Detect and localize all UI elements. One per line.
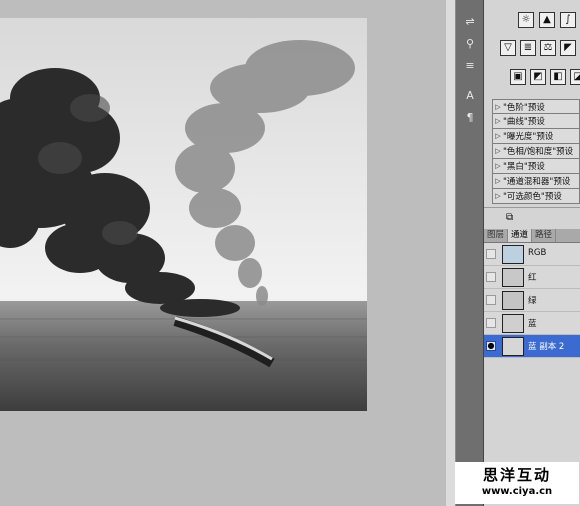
preset-label: "可选颜色"预设 [503,192,562,202]
channel-name: 蓝 副本 2 [528,342,565,352]
gradient-map-icon[interactable]: ◩ [530,69,546,85]
channel-name: 绿 [528,296,537,306]
tool-presets-icon[interactable]: ≡ [461,58,479,74]
document-canvas-area[interactable] [0,0,446,506]
threshold-icon[interactable]: ◪ [570,69,580,85]
preset-curves[interactable]: ▷ "曲线"预设 [492,114,580,129]
eye-icon[interactable]: ● [486,341,496,351]
curves-icon[interactable]: ∫ [560,12,576,28]
preset-levels[interactable]: ▷ "色阶"预设 [492,99,580,114]
channel-row-blue[interactable]: 蓝 [484,312,580,335]
panel-icon-strip: ⇌ ⚲ ≡ A ¶ [456,0,484,506]
expand-triangle-icon[interactable]: ▷ [493,177,503,185]
visibility-toggle[interactable] [486,295,496,305]
visibility-toggle[interactable] [486,249,496,259]
preset-hue-saturation[interactable]: ▷ "色相/饱和度"预设 [492,144,580,159]
preset-label: "色阶"预设 [503,102,545,113]
visibility-toggle[interactable] [486,272,496,282]
preset-exposure[interactable]: ▷ "曝光度"预设 [492,129,580,144]
expand-triangle-icon[interactable]: ▷ [493,117,503,125]
expand-triangle-icon[interactable]: ▷ [493,147,503,155]
channel-row-red[interactable]: 红 [484,266,580,289]
expand-triangle-icon[interactable]: ▷ [493,162,503,170]
channel-row-blue-copy-2[interactable]: ● 蓝 副本 2 [484,335,580,358]
adjustment-preset-list: ▷ "色阶"预设 ▷ "曲线"预设 ▷ "曝光度"预设 ▷ "色相/饱和度"预设 ▷ "黑… [492,99,580,204]
channel-mixer-icon[interactable]: ▣ [510,69,526,85]
adjustments-panel-footer: ⧉ [484,207,580,229]
preset-label: "曝光度"预设 [503,132,554,142]
channel-thumbnail [502,314,524,333]
expand-triangle-icon[interactable]: ▷ [493,103,503,111]
adjustment-icons-row-3: ▣ ◩ ◧ ◪ [484,69,580,91]
vibrance-icon[interactable]: ▽ [500,40,516,56]
visibility-toggle[interactable] [486,318,496,328]
channel-thumbnail [502,268,524,287]
channel-thumbnail [502,291,524,310]
preset-channel-mixer[interactable]: ▷ "通道混和器"预设 [492,174,580,189]
adjustment-icons-row-1: ☼ ▲ ∫ [484,12,580,34]
panel-divider[interactable] [446,0,456,506]
adjustment-icons-row-2: ▽ ≣ ⚖ ◤ [484,40,580,62]
clone-source-icon[interactable]: ⚲ [461,36,479,52]
preset-label: "黑白"预设 [503,162,545,172]
channels-list: RGB 红 绿 蓝 ● 蓝 副本 2 [484,243,580,358]
channel-name: RGB [528,248,547,258]
channel-name: 蓝 [528,319,537,329]
channel-row-rgb[interactable]: RGB [484,243,580,266]
preset-selective-color[interactable]: ▷ "可选颜色"预设 [492,189,580,204]
tab-layers[interactable]: 图层 [484,229,509,242]
preset-label: "通道混和器"预设 [503,177,571,187]
clip-to-layer-icon[interactable]: ⧉ [506,212,513,223]
tab-paths[interactable]: 路径 [532,229,557,242]
adjustments-and-channels-panels: ☼ ▲ ∫ ▽ ≣ ⚖ ◤ ▣ ◩ ◧ ◪ ▷ "色阶"预设 ▷ "曲线"预设 ▷ "… [484,0,580,506]
watermark-url: www.ciya.cn [481,486,553,497]
tab-channels[interactable]: 通道 [508,229,533,242]
color-balance-icon[interactable]: ⚖ [540,40,556,56]
expand-triangle-icon[interactable]: ▷ [493,192,503,200]
channel-name: 红 [528,273,537,283]
channel-row-green[interactable]: 绿 [484,289,580,312]
channel-thumbnail [502,337,524,356]
document-image[interactable] [0,18,367,411]
levels-icon[interactable]: ▲ [539,12,555,28]
channel-thumbnail [502,245,524,264]
layers-panel-tabs: 图层 通道 路径 [484,229,580,243]
brush-presets-icon[interactable]: ⇌ [461,14,479,30]
preset-label: "色相/饱和度"预设 [503,147,574,157]
paragraph-panel-icon[interactable]: ¶ [461,110,479,126]
preset-black-white[interactable]: ▷ "黑白"预设 [492,159,580,174]
expand-triangle-icon[interactable]: ▷ [493,132,503,140]
black-white-icon[interactable]: ◤ [560,40,576,56]
watermark-logo: 思洋互动 www.ciya.cn [455,462,579,504]
brightness-icon[interactable]: ☼ [518,12,534,28]
character-panel-icon[interactable]: A [461,88,479,104]
preset-label: "曲线"预设 [503,117,545,127]
selective-color-icon[interactable]: ◧ [550,69,566,85]
hue-saturation-icon[interactable]: ≣ [520,40,536,56]
watermark-title: 思洋互动 [482,466,551,484]
smoke-over-sea-photo [0,18,367,411]
